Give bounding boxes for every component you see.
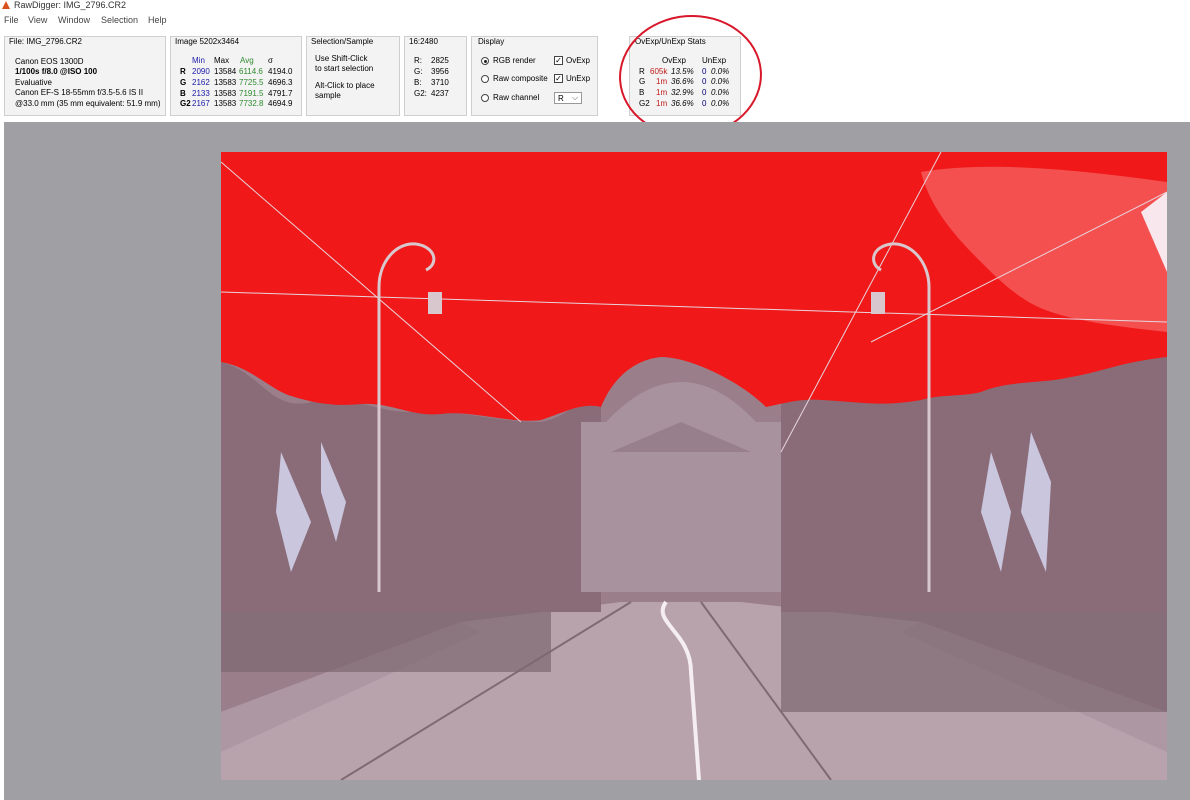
r-max: 13584 <box>214 67 237 76</box>
raw-channel-select-value: R <box>558 94 564 103</box>
camera-model: Canon EOS 1300D <box>15 57 84 66</box>
g2-sigma: 4694.9 <box>268 99 293 108</box>
window-title: RawDigger: IMG_2796.CR2 <box>14 0 127 10</box>
lamp-head-right <box>871 292 885 314</box>
row-label-r: R <box>180 67 186 76</box>
photo-render <box>221 152 1167 780</box>
sample-values-panel: 16:2480 R: 2825 G: 3956 B: 3710 G2: 4237 <box>404 36 467 116</box>
g-max: 13583 <box>214 78 237 87</box>
file-panel-title: File: IMG_2796.CR2 <box>9 37 82 46</box>
selection-hint-1: Use Shift-Click <box>315 54 368 63</box>
lens-info: Canon EF-S 18-55mm f/3.5-5.6 IS II <box>15 88 144 97</box>
lamp-head-left <box>428 292 442 314</box>
row-label-g2: G2 <box>180 99 191 108</box>
sample-g-label: G: <box>414 67 423 76</box>
chevron-down-icon: ⌵ <box>572 93 579 102</box>
menu-help[interactable]: Help <box>148 15 167 25</box>
rgb-render-radio[interactable] <box>481 57 489 65</box>
unexp-label: UnExp <box>566 74 591 83</box>
raw-image-view[interactable] <box>221 152 1167 780</box>
header-sigma: σ <box>268 56 273 65</box>
r-sigma: 4194.0 <box>268 67 293 76</box>
unexp-checkbox[interactable]: ✓ <box>554 74 563 83</box>
g2-avg: 7732.8 <box>239 99 264 108</box>
ratio-panel-title: 16:2480 <box>409 37 438 46</box>
g-min: 2162 <box>192 78 210 87</box>
selection-hint-2: to start selection <box>315 64 374 73</box>
selection-panel-title: Selection/Sample <box>311 37 374 46</box>
b-sigma: 4791.7 <box>268 89 293 98</box>
row-label-g: G <box>180 78 187 87</box>
raw-channel-label: Raw channel <box>493 93 540 102</box>
header-avg: Avg <box>240 56 254 65</box>
selection-sample-panel: Selection/Sample Use Shift-Click to star… <box>306 36 400 116</box>
b-min: 2133 <box>192 89 210 98</box>
metering-mode: Evaluative <box>15 78 52 87</box>
sample-g-value: 3956 <box>431 67 449 76</box>
b-avg: 7191.5 <box>239 89 264 98</box>
ovexp-label: OvExp <box>566 56 591 65</box>
menu-window[interactable]: Window <box>58 15 90 25</box>
raw-channel-select[interactable]: R ⌵ <box>554 92 582 104</box>
menu-selection[interactable]: Selection <box>101 15 138 25</box>
g2-min: 2167 <box>192 99 210 108</box>
menu-file[interactable]: File <box>4 15 19 25</box>
b-max: 13583 <box>214 89 237 98</box>
focal-length: @33.0 mm (35 mm equivalent: 51.9 mm) <box>15 99 161 108</box>
image-panel-title: Image 5202x3464 <box>175 37 240 46</box>
g-avg: 7725.5 <box>239 78 264 87</box>
ovexp-checkbox[interactable]: ✓ <box>554 56 563 65</box>
header-min: Min <box>192 56 205 65</box>
file-info-panel: File: IMG_2796.CR2 Canon EOS 1300D 1/100… <box>4 36 166 116</box>
raw-composite-label: Raw composite <box>493 74 548 83</box>
header-max: Max <box>214 56 230 65</box>
menu-bar: File View Window Selection Help <box>0 13 1190 27</box>
sample-hint-2: sample <box>315 91 341 100</box>
raw-channel-radio[interactable] <box>481 94 489 102</box>
image-stats-panel: Image 5202x3464 Min Max Avg σ R 2090 135… <box>170 36 302 116</box>
exposure-info: 1/100s f/8.0 @ISO 100 <box>15 67 98 76</box>
rgb-render-label: RGB render <box>493 56 536 65</box>
display-panel-title: Display <box>478 37 505 46</box>
sample-r-value: 2825 <box>431 56 449 65</box>
sample-g2-value: 4237 <box>431 89 449 98</box>
sample-b-label: B: <box>414 78 422 87</box>
row-label-b: B <box>180 89 186 98</box>
r-min: 2090 <box>192 67 210 76</box>
display-panel: Display RGB render Raw composite Raw cha… <box>471 36 598 116</box>
rawdigger-logo-icon <box>2 1 10 9</box>
sample-r-label: R: <box>414 56 422 65</box>
g-sigma: 4696.3 <box>268 78 293 87</box>
raw-composite-radio[interactable] <box>481 75 489 83</box>
r-avg: 6114.6 <box>239 67 263 76</box>
sample-g2-label: G2: <box>414 89 427 98</box>
g2-max: 13583 <box>214 99 237 108</box>
sample-b-value: 3710 <box>431 78 449 87</box>
title-bar: RawDigger: IMG_2796.CR2 <box>0 0 1190 12</box>
menu-view[interactable]: View <box>28 15 47 25</box>
sample-hint-1: Alt-Click to place <box>315 81 375 90</box>
